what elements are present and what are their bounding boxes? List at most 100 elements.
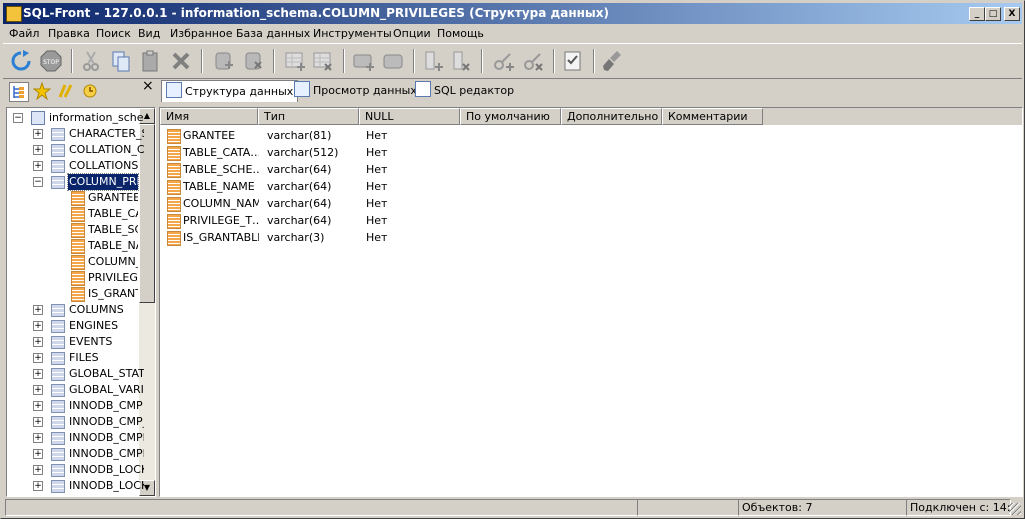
tree-table-node[interactable]: + COLUMNS — [33, 302, 143, 318]
field-delete-icon[interactable] — [449, 49, 473, 73]
expand-icon[interactable]: + — [33, 433, 43, 443]
expand-icon[interactable]: + — [33, 145, 43, 155]
tree-field-node[interactable]: IS_GRANTABLE — [71, 286, 143, 302]
tree-table-node[interactable]: + INNODB_LOCKS — [33, 462, 144, 478]
copy-icon[interactable] — [109, 49, 133, 73]
table-row[interactable]: TABLE_SCHE… varchar(64) Нет — [160, 161, 1022, 178]
bookmarks-icon[interactable] — [57, 82, 75, 100]
tree-field-node[interactable]: COLUMN_NAME — [71, 254, 143, 270]
delete-icon[interactable] — [169, 49, 193, 73]
table-row[interactable]: GRANTEE varchar(81) Нет — [160, 127, 1022, 144]
expand-icon[interactable]: + — [33, 129, 43, 139]
favorites-star-icon[interactable] — [32, 81, 52, 101]
object-tree[interactable]: ▲ ▼ −information_schema+CHARACTER_SETS+C… — [6, 107, 156, 497]
tree-table-node[interactable]: + ENGINES — [33, 318, 143, 334]
table-row[interactable]: PRIVILEGE_T… varchar(64) Нет — [160, 212, 1022, 229]
menu-options[interactable]: Опции — [393, 27, 431, 40]
expand-icon[interactable]: + — [33, 321, 43, 331]
key-add-icon[interactable] — [491, 49, 515, 73]
menu-tools[interactable]: Инструменты — [313, 27, 392, 40]
server-icon[interactable] — [381, 49, 405, 73]
tree-field-node[interactable]: PRIVILEGE_TYPE — [71, 270, 143, 286]
menu-database[interactable]: База данных — [236, 27, 310, 40]
field-add-icon[interactable] — [421, 49, 445, 73]
tree-field-node[interactable]: TABLE_CATALOG — [71, 206, 143, 222]
menu-file[interactable]: Файл — [9, 27, 39, 40]
title-bar[interactable]: SQL-Front - 127.0.0.1 - information_sche… — [3, 3, 1022, 24]
expand-icon[interactable]: + — [33, 449, 43, 459]
tree-table-node[interactable]: + COLLATION_CHARACTER_SET_APPLICABILITY — [33, 142, 144, 158]
table-delete-icon[interactable] — [311, 49, 335, 73]
header-type[interactable]: Тип — [258, 108, 359, 125]
brush-icon[interactable] — [601, 49, 625, 73]
menu-bar: Файл Правка Поиск Вид Избранное База дан… — [3, 25, 1022, 43]
menu-favorites[interactable]: Избранное — [170, 27, 232, 40]
collapse-icon[interactable]: − — [33, 177, 43, 187]
paste-icon[interactable] — [139, 49, 163, 73]
tree-field-node[interactable]: TABLE_NAME — [71, 238, 143, 254]
expand-icon[interactable]: + — [33, 337, 43, 347]
stop-icon[interactable]: STOP — [39, 49, 63, 73]
table-row[interactable]: TABLE_CATA… varchar(512) Нет — [160, 144, 1022, 161]
header-null[interactable]: NULL — [359, 108, 460, 125]
header-default[interactable]: По умолчанию — [460, 108, 561, 125]
collapse-icon[interactable]: − — [13, 113, 23, 123]
tab-sql-editor[interactable]: SQL редактор — [411, 80, 518, 101]
menu-view[interactable]: Вид — [138, 27, 160, 40]
key-delete-icon[interactable] — [521, 49, 545, 73]
resize-grip[interactable] — [1009, 503, 1021, 515]
tree-table-node[interactable]: + COLLATIONS — [33, 158, 143, 174]
tree-view-icon[interactable] — [9, 82, 29, 102]
structure-grid[interactable]: Имя Тип NULL По умолчанию Дополнительно … — [159, 107, 1023, 497]
tree-root-database[interactable]: − information_schema — [13, 110, 144, 126]
tab-structure[interactable]: Структура данных — [161, 80, 299, 102]
header-comment[interactable]: Комментарии — [662, 108, 763, 125]
expand-icon[interactable]: + — [33, 401, 43, 411]
expand-icon[interactable]: + — [33, 305, 43, 315]
maximize-button[interactable]: □ — [985, 7, 1001, 21]
tree-table-node[interactable]: + INNODB_CMP_RESET — [33, 414, 144, 430]
table-row[interactable]: TABLE_NAME varchar(64) Нет — [160, 178, 1022, 195]
tree-table-node[interactable]: + INNODB_LOCK_WAITS — [33, 478, 144, 494]
expand-icon[interactable]: + — [33, 465, 43, 475]
header-name[interactable]: Имя — [160, 108, 258, 125]
menu-help[interactable]: Помощь — [437, 27, 484, 40]
server-add-icon[interactable] — [351, 49, 375, 73]
cell-type: varchar(64) — [267, 214, 332, 227]
tree-table-node[interactable]: + GLOBAL_STATUS — [33, 366, 144, 382]
tree-table-node[interactable]: + INNODB_CMP — [33, 398, 143, 414]
expand-icon[interactable]: + — [33, 161, 43, 171]
tree-table-node[interactable]: − COLUMN_PRIVILEGES — [33, 173, 143, 191]
table-add-icon[interactable] — [283, 49, 307, 73]
tree-node-label: GLOBAL_STATUS — [69, 367, 144, 380]
tree-table-node[interactable]: + INNODB_CMPMEM_RESET — [33, 446, 144, 462]
expand-icon[interactable]: + — [33, 369, 43, 379]
history-icon[interactable] — [81, 82, 99, 100]
tab-browse[interactable]: Просмотр данных — [290, 80, 421, 101]
tree-table-node[interactable]: + EVENTS — [33, 334, 143, 350]
cut-icon[interactable] — [79, 49, 103, 73]
expand-icon[interactable]: + — [33, 385, 43, 395]
cell-name: TABLE_SCHE… — [183, 163, 259, 176]
tree-table-node[interactable]: + INNODB_CMPMEM — [33, 430, 144, 446]
menu-search[interactable]: Поиск — [96, 27, 131, 40]
db-delete-icon[interactable] — [241, 49, 265, 73]
table-row[interactable]: COLUMN_NAME varchar(64) Нет — [160, 195, 1022, 212]
header-extra[interactable]: Дополнительно — [561, 108, 662, 125]
expand-icon[interactable]: + — [33, 481, 43, 491]
db-add-icon[interactable] — [211, 49, 235, 73]
tree-field-node[interactable]: TABLE_SCHEMA — [71, 222, 143, 238]
table-row[interactable]: IS_GRANTABLE varchar(3) Нет — [160, 229, 1022, 246]
tree-table-node[interactable]: + CHARACTER_SETS — [33, 126, 144, 142]
close-panel-icon[interactable]: × — [142, 78, 154, 94]
tree-table-node[interactable]: + FILES — [33, 350, 143, 366]
refresh-icon[interactable] — [9, 49, 33, 73]
close-button[interactable]: X — [1004, 7, 1020, 21]
menu-edit[interactable]: Правка — [48, 27, 90, 40]
tree-table-node[interactable]: + GLOBAL_VARIABLES — [33, 382, 144, 398]
expand-icon[interactable]: + — [33, 417, 43, 427]
checklist-icon[interactable] — [561, 49, 585, 73]
minimize-button[interactable]: _ — [969, 7, 985, 21]
tree-field-node[interactable]: GRANTEE — [71, 190, 143, 206]
expand-icon[interactable]: + — [33, 353, 43, 363]
